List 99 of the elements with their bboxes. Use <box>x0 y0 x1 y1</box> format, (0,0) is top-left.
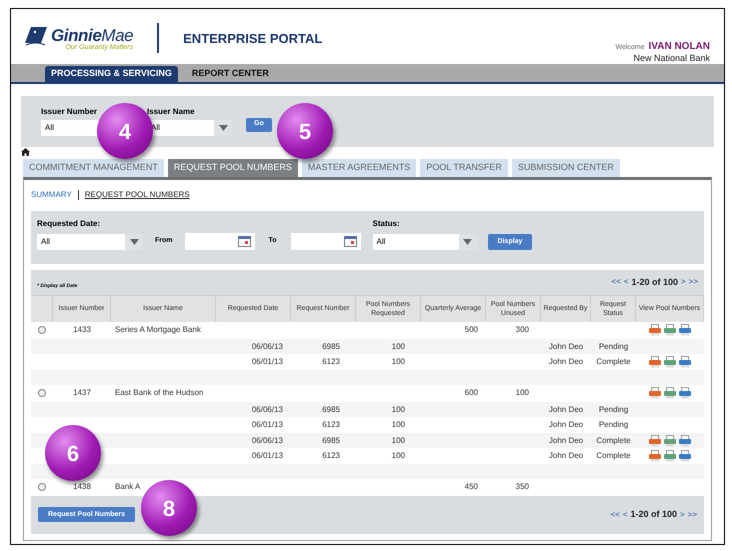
table-cell-text: 100 <box>390 450 406 462</box>
printer-icon[interactable] <box>679 387 691 400</box>
module-tab[interactable]: MASTER AGREEMENTS <box>302 158 416 177</box>
module-tab[interactable]: SUBMISSION CENTER <box>512 158 620 177</box>
first-page-link[interactable]: << <box>611 276 621 288</box>
table-cell-text: Complete <box>595 434 632 447</box>
table-cell-text: 6123 <box>321 419 341 432</box>
radio-button[interactable] <box>38 483 46 492</box>
printer-icon[interactable] <box>649 356 661 368</box>
module-tab[interactable]: REQUEST POOL NUMBERS <box>168 158 298 177</box>
next-page-link[interactable]: > <box>680 276 686 288</box>
page-range: 1-20 of 100 <box>630 508 677 522</box>
table-cell-text: 450 <box>464 481 479 494</box>
printer-icon[interactable] <box>679 434 691 447</box>
table-cell-text: John Deo <box>548 450 584 462</box>
table-cell-text: Complete <box>595 450 632 462</box>
previous-page-link[interactable]: < <box>624 276 628 288</box>
status-select[interactable]: All <box>372 234 477 250</box>
table-cell-text: 06/06/13 <box>250 434 284 447</box>
dropdown-arrow-icon[interactable] <box>130 238 138 245</box>
module-tab[interactable]: POOL TRANSFER <box>420 158 508 177</box>
table-cell-text: John Deo <box>548 419 584 432</box>
table-cell-text: 06/06/13 <box>250 404 284 416</box>
printer-icon[interactable] <box>649 324 661 336</box>
module-tab[interactable]: COMMITMENT MANAGEMENT <box>23 158 164 177</box>
dropdown-arrow-icon[interactable] <box>218 124 228 131</box>
printer-icon[interactable] <box>679 356 691 368</box>
calendar-icon[interactable] <box>344 236 357 247</box>
home-icon[interactable] <box>21 148 30 156</box>
user-name: IVAN NOLAN <box>648 41 710 52</box>
printer-icon[interactable] <box>679 324 691 336</box>
printer-icon[interactable] <box>649 450 661 462</box>
issuer-number-label: Issuer Number <box>41 106 98 118</box>
calendar-icon[interactable] <box>238 236 250 247</box>
subnav-link[interactable]: SUMMARY <box>31 188 72 201</box>
table-cell-text: John Deo <box>548 404 584 416</box>
issuer-name-label: Issuer Name <box>147 106 196 118</box>
table-cell-text: East Bank of the Hudson <box>114 387 204 400</box>
status-label: Status: <box>372 218 401 230</box>
printer-icon[interactable] <box>664 450 676 462</box>
printer-icon[interactable] <box>649 434 661 447</box>
table-cell-text: 06/01/13 <box>250 356 284 368</box>
table-cell-text: Pending <box>598 404 630 416</box>
table-cell-text: Bank A <box>114 481 142 494</box>
table-cell-text: Series A Mortgage Bank <box>114 324 202 336</box>
date-field[interactable] <box>184 232 254 250</box>
logo-wordmark: GinnieMae <box>51 27 134 44</box>
table-cell-text: 300 <box>514 324 530 336</box>
printer-icon[interactable] <box>664 324 676 336</box>
subnav-link[interactable]: REQUEST POOL NUMBERS <box>84 188 190 201</box>
previous-page-link[interactable]: < <box>622 508 628 521</box>
radio-button[interactable] <box>38 326 46 334</box>
requested-date-label: Requested Date: <box>37 218 102 230</box>
bank-name: New National Bank <box>633 53 710 64</box>
table-cell-text: 1438 <box>72 481 92 494</box>
nav-tab[interactable]: PROCESSING & SERVICING <box>45 66 178 82</box>
table-cell-text: 6985 <box>321 404 341 416</box>
table-cell-text: 06/01/13 <box>250 419 284 432</box>
table-cell-text: 500 <box>464 324 479 336</box>
table-cell-text: 350 <box>514 481 530 494</box>
next-page-link[interactable]: > <box>680 508 685 521</box>
table-cell-text: Complete <box>595 356 632 368</box>
printer-icon[interactable] <box>664 356 676 368</box>
radio-button[interactable] <box>38 389 46 398</box>
table-cell-text: 06/01/13 <box>250 450 284 462</box>
table-cell-text: 100 <box>390 419 406 432</box>
first-page-link[interactable]: << <box>610 508 620 521</box>
table-cell-text: 06/06/13 <box>250 340 284 353</box>
table-cell-text: 1437 <box>72 387 92 400</box>
table-cell-text: 6985 <box>321 434 341 447</box>
nav-tab[interactable]: REPORT CENTER <box>186 66 275 82</box>
table-cell-text: 100 <box>390 434 406 447</box>
table-cell-text: 6123 <box>321 356 341 368</box>
table-cell-text: John Deo <box>548 356 584 368</box>
table-cell-text: Pending <box>598 340 630 353</box>
dropdown-arrow-icon[interactable] <box>463 238 472 245</box>
table-cell-text: 6123 <box>321 450 341 462</box>
date-field[interactable] <box>290 232 361 250</box>
requested-date-select[interactable]: All <box>37 234 143 250</box>
callout-tooltip: 8 <box>141 480 197 536</box>
printer-icon[interactable] <box>664 387 676 400</box>
logo-flag-icon <box>25 27 47 47</box>
table-cell-text: 100 <box>390 340 406 353</box>
table-cell-text: 600 <box>464 387 479 400</box>
portal-title: ENTERPRISE PORTAL <box>183 30 322 48</box>
printer-icon[interactable] <box>679 450 691 462</box>
table-cell-text: 6985 <box>321 340 341 353</box>
table-cell-text: 100 <box>390 356 406 368</box>
last-page-link[interactable]: >> <box>688 508 697 521</box>
last-page-link[interactable]: >> <box>688 276 698 288</box>
table-cell-text: 100 <box>390 404 406 416</box>
table-cell-text: John Deo <box>548 434 584 447</box>
printer-icon[interactable] <box>649 387 661 400</box>
table-cell-text: John Deo <box>548 340 584 353</box>
table-cell-text: Pending <box>598 419 630 432</box>
table-cell-text: 100 <box>514 387 530 400</box>
table-cell-text: 1433 <box>72 324 92 336</box>
page-range: 1-20 of 100 <box>631 276 678 289</box>
printer-icon[interactable] <box>664 434 676 447</box>
